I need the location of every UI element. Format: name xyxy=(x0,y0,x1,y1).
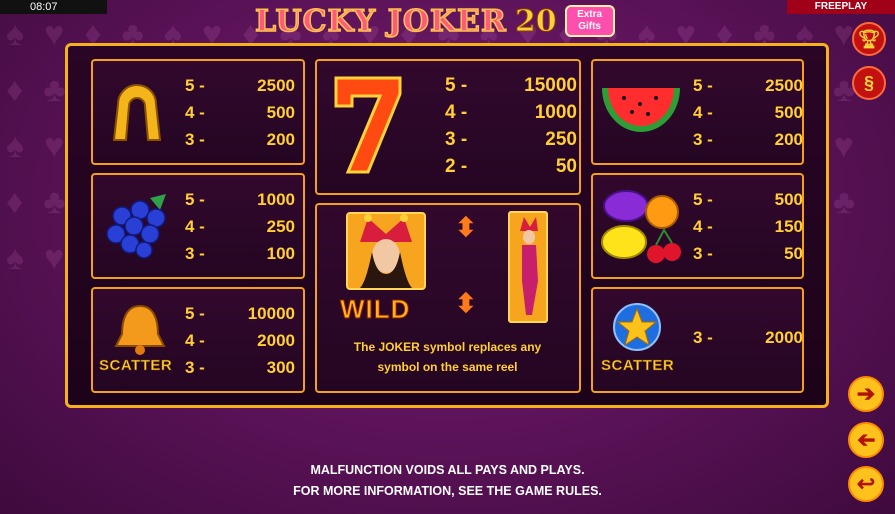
arrow-down-icon: ⬍ xyxy=(455,288,477,318)
fruit-mix-icon xyxy=(601,190,681,263)
trophy-button[interactable]: 🏆︎ xyxy=(852,22,886,56)
watermelon-icon xyxy=(602,88,680,132)
logo-number: 20 xyxy=(514,3,557,39)
arrow-left-icon: ➔ xyxy=(856,427,876,452)
payout-row: 2 -50 xyxy=(445,156,577,177)
joker-reel-icon xyxy=(508,211,548,323)
horseshoe-payouts: 5 -2500 4 -500 3 -200 xyxy=(185,72,295,153)
logo-badge: Extra Gifts xyxy=(564,5,615,37)
payout-row: 5 -2500 xyxy=(693,76,803,95)
joker-description: The JOKER symbol replaces any symbol on … xyxy=(353,340,542,374)
payout-row: 3 -200 xyxy=(185,130,295,149)
payout-row: 4 -1000 xyxy=(445,102,577,123)
trophy-icon: 🏆︎ xyxy=(857,28,881,49)
payout-row: 3 -250 xyxy=(445,129,577,150)
payout-row: 4 -500 xyxy=(693,103,803,122)
freeplay-badge: FREEPLAY xyxy=(787,0,895,14)
payout-row: 3 -100 xyxy=(185,244,295,263)
payout-row: 3 -50 xyxy=(693,244,803,263)
bell-scatter-label: SCATTER xyxy=(99,357,173,375)
payout-row: 3 -300 xyxy=(185,358,295,377)
bell-payouts: 5 -10000 4 -2000 3 -300 xyxy=(185,300,295,381)
footer-line-1: MALFUNCTION VOIDS ALL PAYS AND PLAYS. xyxy=(310,463,585,477)
payout-row: 5 -500 xyxy=(693,190,803,209)
fruits-payouts: 5 -500 4 -150 3 -50 xyxy=(693,186,803,267)
section-icon: § xyxy=(863,72,874,93)
bell-icon xyxy=(114,304,166,355)
game-logo: LUCKY JOKER 20 Extra Gifts xyxy=(254,3,615,40)
arrow-right-icon: ➔ xyxy=(856,381,876,406)
payout-row: 5 -1000 xyxy=(185,190,295,209)
payout-row: 4 -2000 xyxy=(185,331,295,350)
star-payouts: 3 -2000 xyxy=(693,324,803,351)
star-scatter-label: SCATTER xyxy=(601,357,675,375)
payout-row: 4 -150 xyxy=(693,217,803,236)
rules-button[interactable]: § xyxy=(852,66,886,100)
star-icon xyxy=(613,303,661,351)
seven-icon xyxy=(334,76,402,174)
payout-row: 3 -200 xyxy=(693,130,803,149)
clock: 08:07 xyxy=(0,0,107,14)
payout-row: 5 -10000 xyxy=(185,304,295,323)
watermelon-payouts: 5 -2500 4 -500 3 -200 xyxy=(693,72,803,153)
joker-icon xyxy=(346,212,426,290)
payout-row: 5 -2500 xyxy=(185,76,295,95)
arrow-up-icon: ⬍ xyxy=(455,212,477,242)
payout-row: 4 -500 xyxy=(185,103,295,122)
prev-page-button[interactable]: ➔ xyxy=(848,422,884,458)
grapes-icon xyxy=(106,194,166,259)
grapes-payouts: 5 -1000 4 -250 3 -100 xyxy=(185,186,295,267)
wild-label: WILD xyxy=(339,294,411,325)
horseshoe-icon xyxy=(112,84,162,141)
seven-payouts: 5 -15000 4 -1000 3 -250 2 -50 xyxy=(445,72,577,180)
footer-line-2: FOR MORE INFORMATION, SEE THE GAME RULES… xyxy=(293,484,602,498)
payout-row: 3 -2000 xyxy=(693,328,803,347)
logo-title: LUCKY JOKER xyxy=(254,3,507,40)
next-page-button[interactable]: ➔ xyxy=(848,376,884,412)
payout-row: 4 -250 xyxy=(185,217,295,236)
payout-row: 5 -15000 xyxy=(445,75,577,96)
